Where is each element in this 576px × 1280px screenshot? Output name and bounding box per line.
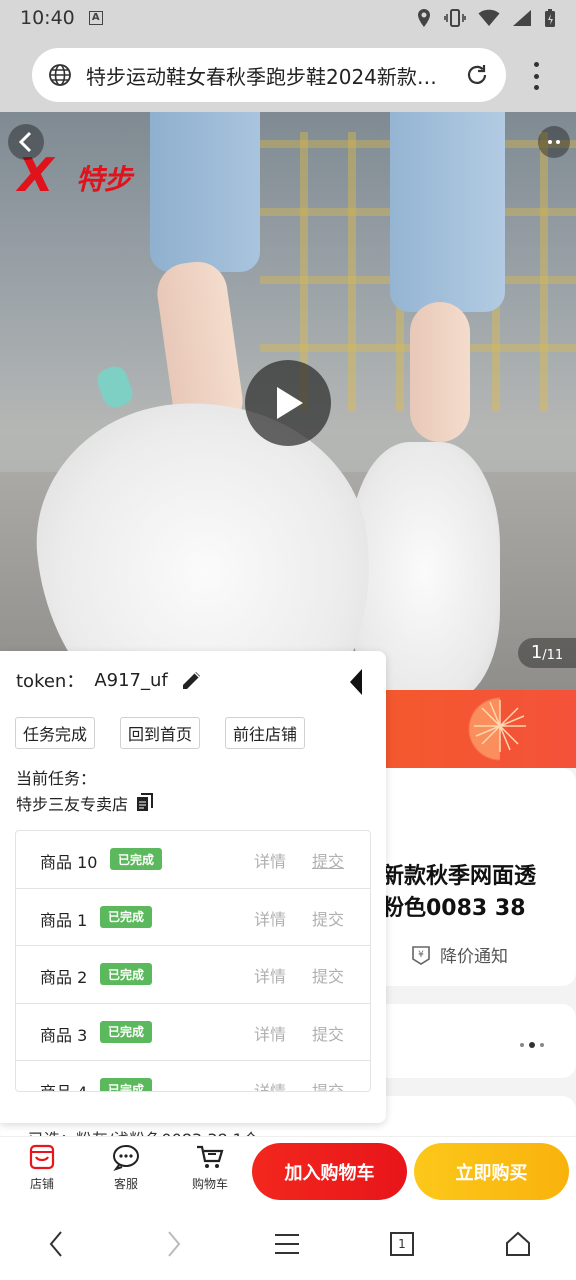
token-value: A917_uf	[94, 669, 168, 691]
nav-back-button[interactable]	[44, 1228, 68, 1260]
product-title-line-1: 新款秋季网面透	[382, 864, 537, 889]
tab-count: 1	[398, 1237, 406, 1251]
image-counter: 1/11	[518, 638, 576, 668]
task-submit-link[interactable]: 提交	[312, 906, 344, 930]
status-badge: 已完成	[100, 905, 153, 928]
task-panel: token： A917_uf 任务完成 回到首页 前往店铺 当前任务： 特步三友…	[0, 651, 386, 1123]
task-item-row: 商品 10 已完成 详情 提交	[16, 831, 370, 889]
task-detail-link[interactable]: 详情	[254, 848, 286, 872]
back-to-home-button[interactable]: 回到首页	[120, 717, 201, 749]
notification-a-icon: A	[88, 11, 103, 25]
current-task-name: 特步三友专卖店	[16, 795, 129, 814]
token-row: token： A917_uf	[16, 667, 204, 693]
token-label: token：	[16, 671, 85, 692]
store-label: 店铺	[29, 1177, 54, 1191]
more-button[interactable]	[538, 126, 570, 158]
task-submit-link[interactable]: 提交	[312, 1078, 344, 1091]
status-time: 10:40	[20, 7, 75, 29]
add-to-cart-button[interactable]: 加入购物车	[252, 1143, 407, 1200]
vibrate-icon	[444, 9, 466, 27]
status-icons	[416, 8, 556, 28]
current-task-label: 当前任务：	[16, 769, 97, 788]
url-text[interactable]: 特步运动鞋女春秋季跑步鞋2024新款秋季网面透气	[86, 61, 456, 90]
task-item-name: 商品 1	[40, 910, 88, 930]
store-icon	[29, 1144, 55, 1170]
chevron-left-icon	[18, 131, 32, 153]
task-submit-link[interactable]: 提交	[312, 848, 344, 872]
shoe-image-left	[23, 385, 387, 692]
wifi-icon	[478, 9, 500, 27]
task-item-row: 商品 2 已完成 详情 提交	[16, 946, 370, 1004]
price-notice-label: 降价通知	[440, 947, 508, 967]
task-item-row: 商品 3 已完成 详情 提交	[16, 1004, 370, 1061]
nav-home-button[interactable]	[504, 1228, 532, 1260]
globe-icon	[49, 64, 71, 86]
brand-logo: X 特步	[18, 148, 133, 202]
nav-tabs-button[interactable]: 1	[388, 1228, 416, 1260]
product-image-gallery[interactable]: X 特步 1/11	[0, 112, 576, 692]
edit-pencil-icon[interactable]	[180, 668, 204, 692]
status-badge: 已完成	[100, 963, 153, 985]
play-icon	[277, 387, 303, 419]
task-item-name: 商品 4	[40, 1079, 87, 1091]
svg-text:¥: ¥	[418, 950, 424, 960]
product-title-line-2: 粉色0083 38	[382, 896, 526, 921]
url-bar[interactable]: 特步运动鞋女春秋季跑步鞋2024新款秋季网面透气	[32, 48, 506, 102]
more-dots-icon[interactable]	[520, 1042, 544, 1048]
task-detail-link[interactable]: 详情	[254, 906, 286, 930]
location-icon	[418, 9, 430, 27]
reload-icon[interactable]	[464, 62, 490, 88]
play-video-button[interactable]	[245, 360, 331, 446]
hamburger-icon	[275, 1234, 299, 1254]
task-item-list[interactable]: 商品 10 已完成 详情 提交 商品 1 已完成 详情 提交 商品 2 已完成 …	[15, 830, 371, 1092]
price-notice-button[interactable]: ¥ 降价通知	[410, 942, 508, 967]
task-detail-link[interactable]: 详情	[254, 1021, 286, 1045]
chevron-left-icon	[49, 1231, 62, 1257]
firework-icon	[474, 700, 526, 752]
buy-now-button[interactable]: 立即购买	[414, 1143, 569, 1200]
battery-icon	[545, 9, 555, 27]
task-complete-button[interactable]: 任务完成	[15, 717, 96, 749]
cart-icon	[197, 1145, 224, 1168]
task-item-name: 商品 10	[40, 853, 98, 872]
task-submit-link[interactable]: 提交	[312, 963, 344, 987]
status-badge: 已完成	[100, 1078, 153, 1091]
home-icon	[506, 1231, 530, 1256]
signal-icon	[513, 10, 531, 26]
selected-spec-text: 已选：粉灰/浅粉色0083 38 1个	[28, 1126, 259, 1136]
more-vert-icon[interactable]	[526, 62, 546, 90]
go-to-store-button[interactable]: 前往店铺	[225, 717, 306, 749]
cart-label: 购物车	[191, 1177, 228, 1191]
task-item-name: 商品 2	[40, 968, 88, 987]
task-item-name: 商品 3	[40, 1025, 88, 1045]
collapse-panel-icon[interactable]	[346, 667, 366, 697]
service-label: 客服	[113, 1177, 138, 1191]
status-badge: 已完成	[110, 848, 163, 870]
cart-button[interactable]: 购物车	[180, 1143, 240, 1192]
back-button[interactable]	[8, 124, 44, 160]
task-detail-link[interactable]: 详情	[254, 963, 286, 987]
chevron-right-icon	[168, 1231, 181, 1257]
system-nav-bar: 1	[0, 1206, 576, 1280]
nav-menu-button[interactable]	[272, 1228, 302, 1260]
bottom-action-bar: 店铺 客服 购物车 加入购物车 立即购买	[0, 1136, 576, 1206]
status-bar: 10:40 A	[0, 0, 576, 36]
task-detail-link[interactable]: 详情	[254, 1078, 286, 1091]
chat-icon	[113, 1145, 139, 1171]
task-submit-link[interactable]: 提交	[312, 1021, 344, 1045]
current-task-row: 特步三友专卖店	[16, 791, 154, 815]
status-badge: 已完成	[100, 1020, 153, 1043]
store-button[interactable]: 店铺	[12, 1143, 72, 1192]
nav-forward-button[interactable]	[162, 1228, 186, 1260]
customer-service-button[interactable]: 客服	[96, 1143, 156, 1192]
task-item-row: 商品 4 已完成 详情 提交	[16, 1061, 370, 1091]
task-item-row: 商品 1 已完成 详情 提交	[16, 889, 370, 946]
price-tag-icon: ¥	[412, 945, 430, 965]
copy-icon[interactable]	[136, 793, 154, 813]
browser-toolbar: 特步运动鞋女春秋季跑步鞋2024新款秋季网面透气	[0, 36, 576, 112]
